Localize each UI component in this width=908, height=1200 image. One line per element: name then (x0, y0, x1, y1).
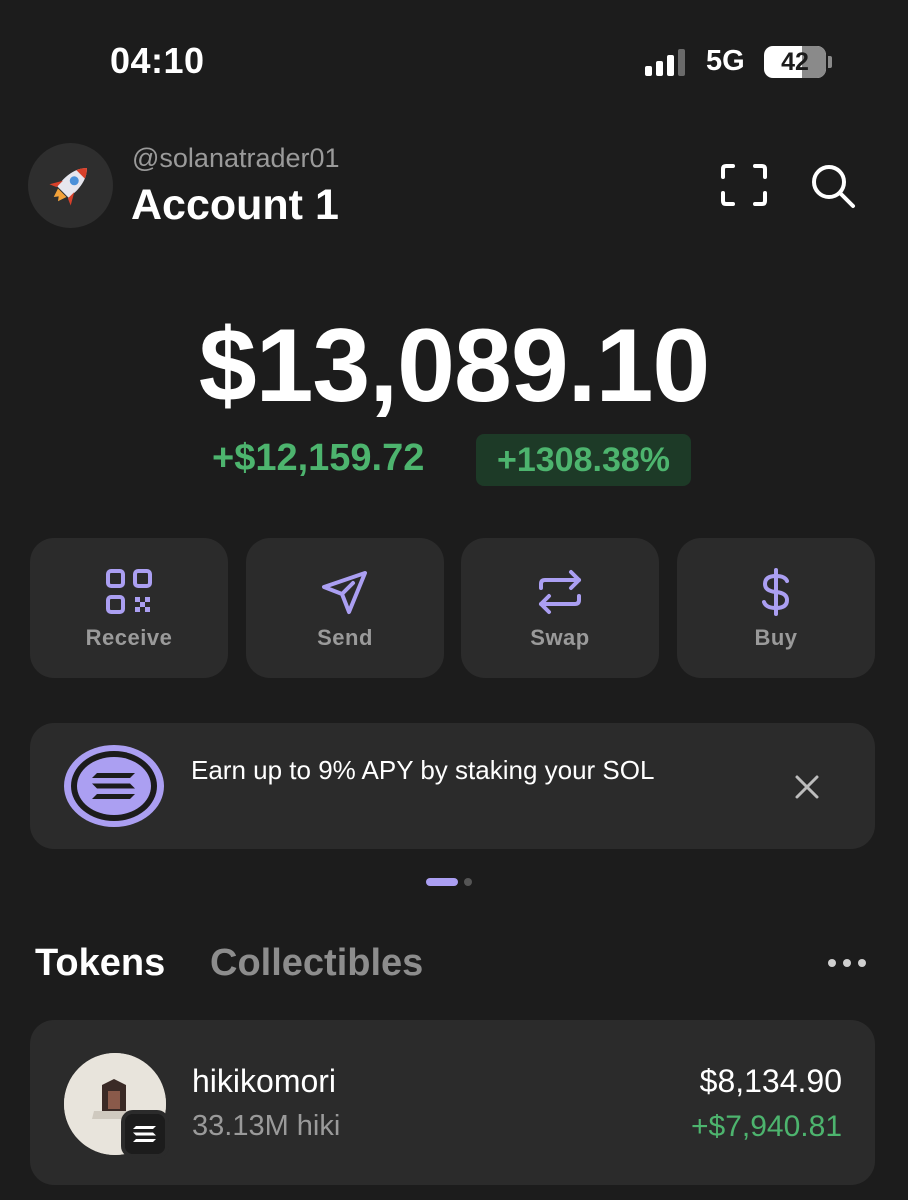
buy-label: Buy (754, 625, 798, 650)
more-dot (828, 959, 836, 967)
send-label: Send (317, 625, 373, 650)
qr-code-icon (106, 569, 152, 614)
battery-icon: 42 (764, 46, 826, 78)
account-name[interactable]: Account 1 (131, 181, 339, 230)
more-dot (843, 959, 851, 967)
carousel-dot-active (426, 878, 458, 886)
scan-icon (721, 164, 767, 206)
dollar-icon (762, 568, 790, 616)
solana-icon (63, 744, 165, 828)
token-pnl: +$7,940.81 (691, 1110, 842, 1143)
signal-strength-icon (645, 48, 689, 76)
swap-button[interactable]: Swap (461, 538, 659, 678)
receive-button[interactable]: Receive (30, 538, 228, 678)
more-options-button[interactable] (828, 955, 872, 971)
carousel-dot (464, 878, 472, 886)
battery-tip (828, 56, 832, 68)
scan-qr-button[interactable] (720, 163, 768, 207)
battery-level: 42 (781, 48, 809, 76)
search-icon (812, 165, 855, 208)
carousel-pagination (426, 878, 472, 886)
tab-collectibles[interactable]: Collectibles (210, 942, 423, 985)
account-avatar[interactable] (28, 143, 113, 228)
search-button[interactable] (810, 163, 856, 209)
token-name: hikikomori (192, 1063, 337, 1099)
more-dot (858, 959, 866, 967)
buy-button[interactable]: Buy (677, 538, 875, 678)
close-promo-button[interactable] (793, 773, 821, 801)
network-type: 5G (706, 45, 745, 77)
account-handle[interactable]: @solanatrader01 (132, 143, 340, 174)
close-icon (795, 775, 819, 799)
rocket-icon (49, 168, 87, 206)
token-value: $8,134.90 (699, 1063, 842, 1099)
receive-label: Receive (85, 625, 173, 650)
send-button[interactable]: Send (246, 538, 444, 678)
solana-icon (125, 1114, 165, 1154)
balance-change-percent: +1308.38% (476, 434, 691, 486)
swap-label: Swap (530, 625, 590, 650)
status-time: 04:10 (110, 40, 205, 81)
tab-tokens[interactable]: Tokens (35, 942, 165, 985)
paper-plane-icon (322, 571, 367, 614)
solana-chain-badge (121, 1110, 169, 1158)
promo-text: Earn up to 9% APY by staking your SOL (191, 755, 655, 785)
balance-change-value: +$12,159.72 (212, 437, 425, 479)
swap-arrows-icon (539, 570, 581, 614)
token-amount: 33.13M hiki (192, 1110, 341, 1142)
total-balance: $13,089.10 (198, 308, 711, 424)
